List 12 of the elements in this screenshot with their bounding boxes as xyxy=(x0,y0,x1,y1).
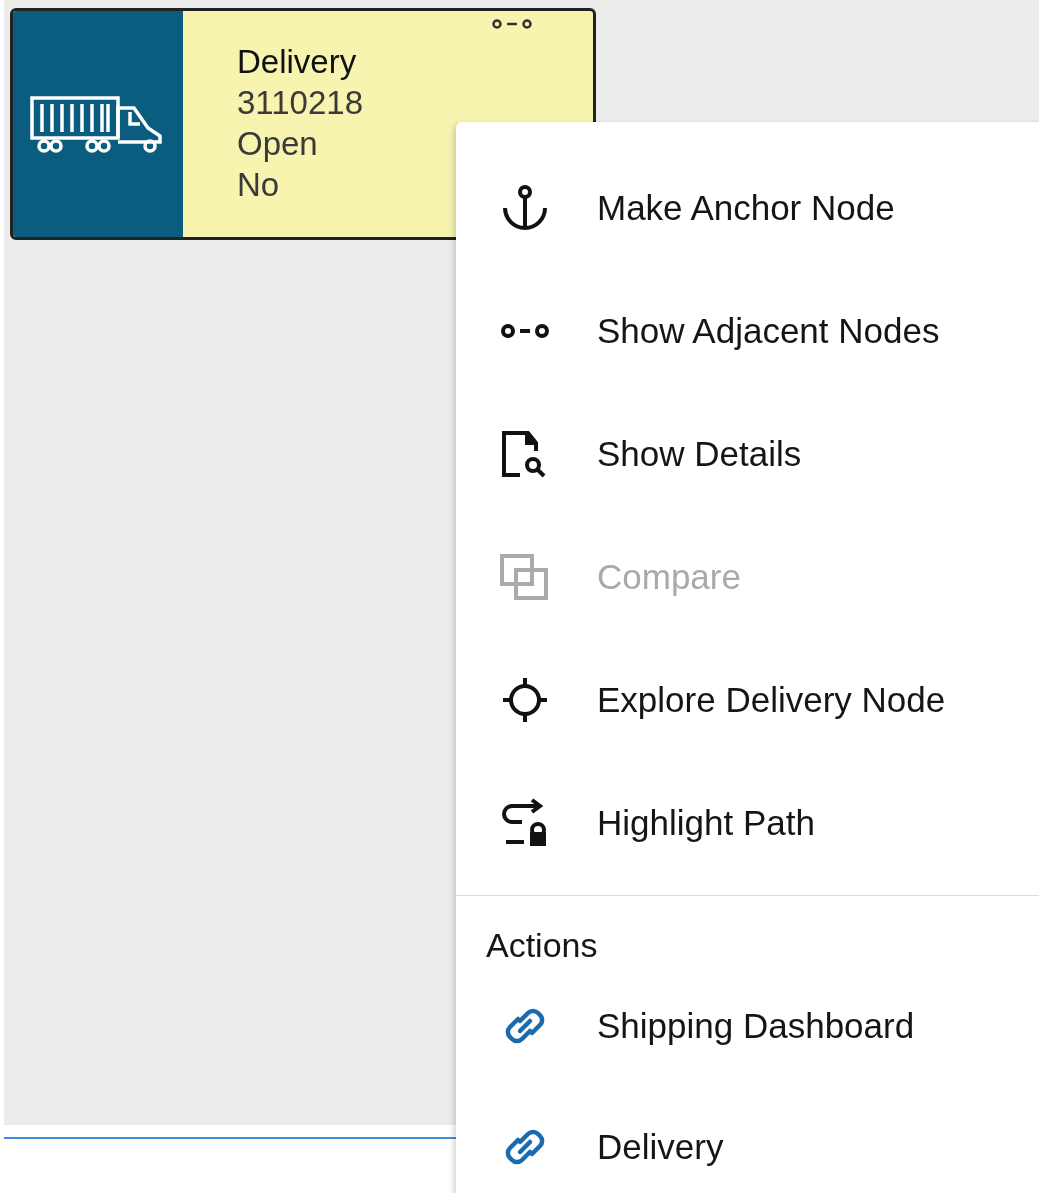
menu-link[interactable]: Shipping Dashboard xyxy=(456,965,1039,1086)
menu-item[interactable]: Explore Delivery Node xyxy=(456,638,1039,761)
node-field: 3110218 xyxy=(237,82,364,123)
node-field: No xyxy=(237,164,280,205)
menu-link[interactable]: Delivery xyxy=(456,1086,1039,1193)
node-field: Open xyxy=(237,123,318,164)
adjacent-nodes-icon[interactable] xyxy=(491,19,533,29)
node-title: Delivery xyxy=(237,42,357,82)
menu-item[interactable]: Highlight Path xyxy=(456,761,1039,884)
section-title: Actions xyxy=(485,925,598,965)
menu-item[interactable]: Show Adjacent Nodes xyxy=(456,269,1039,392)
menu-item[interactable]: Show Details xyxy=(456,392,1039,515)
